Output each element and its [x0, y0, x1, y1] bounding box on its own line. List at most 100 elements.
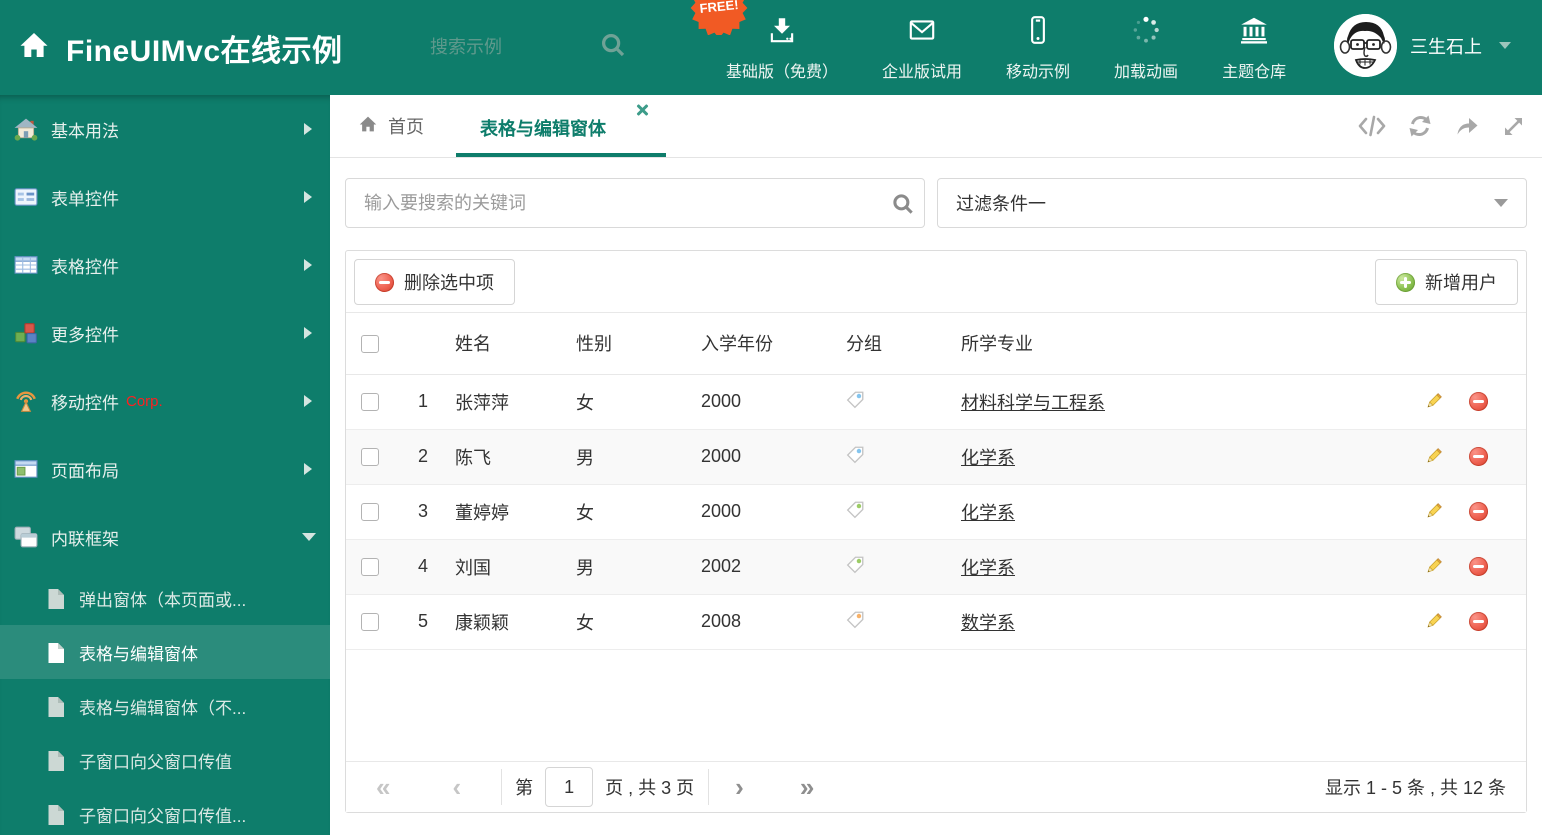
- pagination-summary: 显示 1 - 5 条 , 共 12 条: [1324, 778, 1506, 798]
- tab-label: 首页: [388, 117, 424, 137]
- sidebar-item-form-controls[interactable]: 表单控件: [0, 163, 330, 231]
- keyword-search-input[interactable]: [345, 178, 925, 228]
- nav-item-mobile-demo[interactable]: 移动示例: [1006, 14, 1070, 82]
- pagination-bar: « ‹ 第 页 , 共 3 页 › » 显示 1 - 5 条 , 共 12 条: [346, 761, 1526, 812]
- app-window: FineUIMvc在线示例 FREE! 基础版（免费） 企业版试: [0, 0, 1542, 835]
- row-number: 1: [394, 374, 428, 430]
- nav-item-loading-animations[interactable]: 加载动画: [1114, 14, 1178, 82]
- cell-year: 2008: [691, 594, 846, 650]
- column-header-name[interactable]: 姓名: [428, 313, 576, 375]
- sidebar-subitem-child-to-parent[interactable]: 子窗口向父窗口传值: [0, 733, 330, 787]
- spinner-icon: [1130, 14, 1162, 51]
- row-checkbox[interactable]: [361, 558, 379, 577]
- delete-selected-button[interactable]: 删除选中项: [354, 259, 515, 305]
- sidebar-subitem-label: 表格与编辑窗体（不...: [79, 698, 247, 718]
- major-link[interactable]: 材料科学与工程系: [961, 393, 1105, 413]
- edit-row-icon[interactable]: [1424, 557, 1443, 576]
- page-number-input[interactable]: [545, 767, 594, 807]
- search-icon[interactable]: [890, 191, 916, 222]
- table-row: 5 康颖颖 女 2008 数学系: [346, 594, 1526, 650]
- header-nav: FREE! 基础版（免费） 企业版试用 移动示例 加载动画 主题仓库: [690, 0, 1286, 95]
- edit-row-icon[interactable]: [1424, 612, 1443, 631]
- cell-group: [846, 429, 961, 485]
- sidebar-item-grid-controls[interactable]: 表格控件: [0, 231, 330, 299]
- prev-page-button[interactable]: ‹: [452, 774, 461, 800]
- cell-year: 2002: [691, 539, 846, 595]
- header-search-input[interactable]: [430, 30, 580, 64]
- sidebar-item-basic-usage[interactable]: 基本用法: [0, 95, 330, 163]
- cell-major: 化学系: [961, 429, 1409, 485]
- sidebar-item-inline-frame[interactable]: 内联框架: [0, 503, 330, 571]
- column-header-major[interactable]: 所学专业: [961, 313, 1409, 375]
- add-user-button[interactable]: 新增用户: [1375, 259, 1518, 305]
- delete-row-icon[interactable]: [1469, 557, 1488, 576]
- divider: [501, 769, 503, 805]
- nav-item-theme-store[interactable]: 主题仓库: [1222, 14, 1286, 82]
- edit-row-icon[interactable]: [1424, 447, 1443, 466]
- sidebar-item-page-layout[interactable]: 页面布局: [0, 435, 330, 503]
- house-icon: [14, 117, 38, 141]
- edit-row-icon[interactable]: [1424, 392, 1443, 411]
- sidebar-item-mobile-controls[interactable]: 移动控件 Corp.: [0, 367, 330, 435]
- page-label-before: 第: [515, 778, 534, 798]
- column-header-year[interactable]: 入学年份: [691, 313, 846, 375]
- chevron-right-icon: [304, 123, 312, 135]
- first-page-button[interactable]: «: [376, 774, 390, 800]
- sidebar-item-label: 移动控件: [51, 393, 119, 413]
- tab-home[interactable]: 首页: [357, 95, 424, 157]
- sidebar-subitem-child-to-parent-2[interactable]: 子窗口向父窗口传值...: [0, 787, 330, 835]
- tab-grid-edit-window[interactable]: 表格与编辑窗体: [456, 95, 666, 157]
- filter-dropdown[interactable]: 过滤条件一: [937, 178, 1527, 228]
- major-link[interactable]: 数学系: [961, 613, 1015, 633]
- next-page-button[interactable]: ›: [735, 774, 744, 800]
- envelope-icon: [906, 14, 938, 51]
- header-search-icon[interactable]: [598, 30, 628, 65]
- major-link[interactable]: 化学系: [961, 503, 1015, 523]
- refresh-icon[interactable]: [1407, 113, 1433, 139]
- nav-item-label: 基础版（免费）: [726, 63, 839, 81]
- row-checkbox[interactable]: [361, 613, 379, 632]
- row-checkbox[interactable]: [361, 393, 379, 412]
- column-header-group[interactable]: 分组: [846, 313, 961, 375]
- row-number: 3: [394, 484, 428, 540]
- sidebar-subitem-popup-window[interactable]: 弹出窗体（本页面或...: [0, 571, 330, 625]
- chevron-down-icon: [1494, 199, 1508, 207]
- cell-name: 陈飞: [428, 429, 576, 485]
- nav-item-basic-edition[interactable]: FREE! 基础版（免费）: [690, 0, 839, 82]
- major-link[interactable]: 化学系: [961, 448, 1015, 468]
- cell-name: 康颖颖: [428, 594, 576, 650]
- user-menu[interactable]: 三生石上: [1334, 14, 1511, 77]
- sidebar-item-label: 基本用法: [51, 121, 119, 141]
- nav-item-label: 移动示例: [1006, 63, 1071, 81]
- delete-row-icon[interactable]: [1469, 612, 1488, 631]
- delete-row-icon[interactable]: [1469, 392, 1488, 411]
- select-all-checkbox[interactable]: [361, 335, 379, 353]
- expand-icon[interactable]: [1501, 114, 1526, 139]
- chevron-right-icon: [304, 327, 312, 339]
- close-icon[interactable]: [636, 104, 648, 116]
- delete-row-icon[interactable]: [1469, 502, 1488, 521]
- source-code-icon[interactable]: [1358, 113, 1386, 139]
- cell-gender: 男: [576, 429, 691, 485]
- filter-dropdown-value: 过滤条件一: [956, 194, 1046, 214]
- last-page-button[interactable]: »: [800, 774, 814, 800]
- user-name: 三生石上: [1410, 36, 1482, 57]
- cell-name: 刘国: [428, 539, 576, 595]
- sidebar-subitem-grid-edit-window[interactable]: 表格与编辑窗体: [0, 625, 330, 679]
- cell-year: 2000: [691, 429, 846, 485]
- table-row: 1 张萍萍 女 2000 材料科学与工程系: [346, 374, 1526, 430]
- row-checkbox[interactable]: [361, 448, 379, 467]
- column-header-gender[interactable]: 性别: [576, 313, 691, 375]
- major-link[interactable]: 化学系: [961, 558, 1015, 578]
- sidebar-subitem-grid-edit-window-2[interactable]: 表格与编辑窗体（不...: [0, 679, 330, 733]
- sidebar-item-label: 内联框架: [51, 529, 119, 549]
- nav-item-enterprise-trial[interactable]: 企业版试用: [882, 14, 962, 82]
- app-logo[interactable]: FineUIMvc在线示例: [16, 0, 343, 95]
- cell-year: 2000: [691, 484, 846, 540]
- share-icon[interactable]: [1454, 113, 1480, 139]
- edit-row-icon[interactable]: [1424, 502, 1443, 521]
- sidebar: 基本用法 表单控件 表格控件 更多控件 移动控件 Corp. 页面布局 内联框架…: [0, 95, 330, 835]
- sidebar-item-more-controls[interactable]: 更多控件: [0, 299, 330, 367]
- delete-row-icon[interactable]: [1469, 447, 1488, 466]
- row-checkbox[interactable]: [361, 503, 379, 522]
